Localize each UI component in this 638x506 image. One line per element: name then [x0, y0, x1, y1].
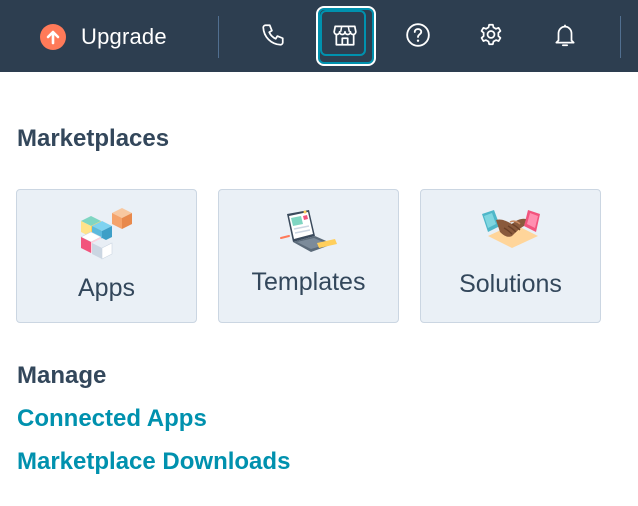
templates-card-label: Templates: [251, 268, 366, 296]
templates-card[interactable]: Templates: [218, 189, 399, 323]
solutions-card[interactable]: Solutions: [420, 189, 601, 323]
top-navigation-bar: Upgrade: [0, 0, 638, 72]
solutions-handshake-illustration: [481, 210, 540, 248]
marketplaces-heading: Marketplaces: [17, 125, 170, 152]
upgrade-arrow-icon: [40, 24, 66, 50]
templates-laptop-illustration: [279, 210, 337, 252]
marketplace-button[interactable]: [316, 6, 376, 66]
divider: [620, 16, 621, 58]
solutions-card-label: Solutions: [459, 270, 562, 298]
connected-apps-link[interactable]: Connected Apps: [17, 405, 207, 433]
notifications-bell-icon[interactable]: [547, 17, 583, 53]
phone-icon[interactable]: [255, 17, 291, 53]
upgrade-label: Upgrade: [81, 24, 167, 49]
apps-card[interactable]: Apps: [16, 189, 197, 323]
marketplace-downloads-link[interactable]: Marketplace Downloads: [17, 448, 290, 476]
upgrade-button[interactable]: Upgrade: [40, 22, 167, 52]
marketplace-store-icon: [333, 25, 357, 46]
manage-heading: Manage: [17, 362, 107, 389]
help-icon[interactable]: [400, 17, 436, 53]
apps-cubes-illustration: [79, 208, 132, 260]
apps-card-label: Apps: [78, 274, 135, 302]
settings-icon[interactable]: [473, 17, 509, 53]
divider: [218, 16, 219, 58]
